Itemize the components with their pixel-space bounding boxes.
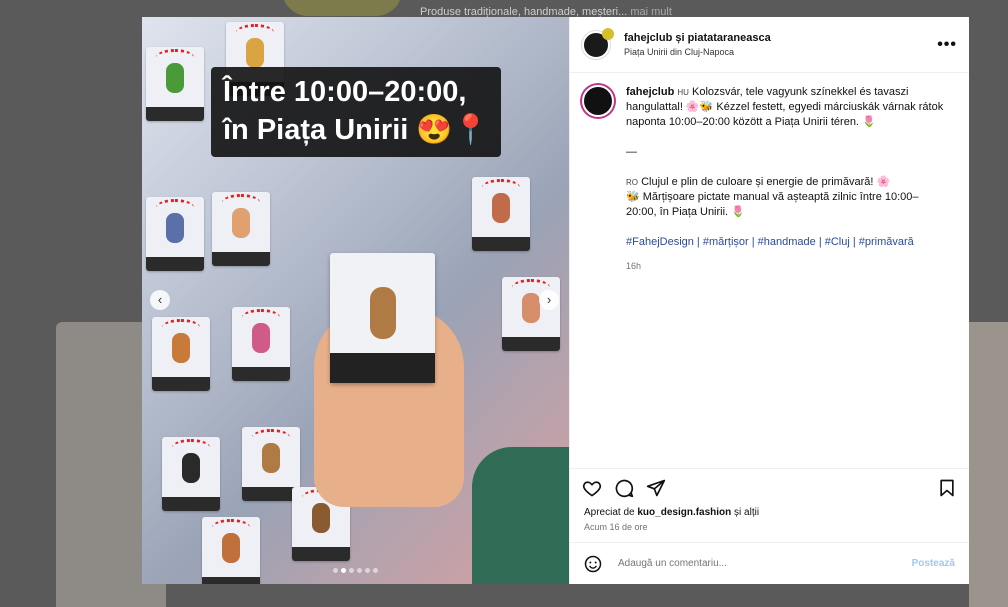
comments-area: fahejclub HU Kolozsvár, tele vagyunk szí… bbox=[570, 73, 969, 468]
header-location[interactable]: Piața Unirii din Cluj-Napoca bbox=[624, 47, 771, 57]
caption-avatar[interactable] bbox=[582, 85, 614, 117]
slide-dot bbox=[365, 568, 370, 573]
slide-dot bbox=[357, 568, 362, 573]
overlay-line-1: Între 10:00–20:00, bbox=[223, 76, 467, 108]
caption-ro-text-2: 🐝 Mărțișoare pictate manual vă așteaptă … bbox=[626, 191, 919, 218]
overlay-text: Între 10:00–20:00, în Piața Unirii 😍📍 bbox=[211, 67, 501, 157]
post-time-ago: Acum 16 de ore bbox=[584, 522, 648, 532]
prev-slide-button[interactable]: ‹ bbox=[150, 290, 170, 310]
share-send-icon[interactable] bbox=[646, 478, 666, 498]
header-avatar[interactable] bbox=[582, 27, 614, 59]
martisor-card bbox=[202, 517, 260, 584]
background-card-right bbox=[969, 322, 1008, 607]
martisor-card bbox=[146, 197, 204, 271]
martisor-card bbox=[162, 437, 220, 511]
likes-user[interactable]: kuo_design.fashion bbox=[637, 507, 731, 518]
action-bar bbox=[570, 468, 969, 507]
caption-body: fahejclub HU Kolozsvár, tele vagyunk szí… bbox=[626, 85, 946, 274]
martisor-card bbox=[146, 47, 204, 121]
martisor-card bbox=[502, 277, 560, 351]
caption-divider: — bbox=[626, 146, 637, 158]
overlay-line-2: în Piața Unirii 😍📍 bbox=[223, 114, 489, 146]
held-martisor-card bbox=[330, 253, 435, 383]
chevron-right-icon: › bbox=[546, 292, 552, 307]
sleeve bbox=[472, 447, 569, 584]
chevron-left-icon: ‹ bbox=[157, 292, 163, 307]
add-comment-bar: Postează bbox=[570, 542, 969, 584]
like-heart-icon[interactable] bbox=[582, 478, 602, 498]
emoji-icon[interactable] bbox=[584, 555, 602, 573]
likes-suffix[interactable]: și alții bbox=[731, 507, 759, 518]
header-username[interactable]: fahejclub și piatataraneasca bbox=[624, 32, 771, 44]
slide-dot bbox=[333, 568, 338, 573]
comment-input[interactable] bbox=[616, 557, 912, 570]
post-modal: Între 10:00–20:00, în Piața Unirii 😍📍 ‹ … bbox=[142, 17, 969, 584]
caption-username[interactable]: fahejclub bbox=[626, 86, 674, 98]
martisor-card bbox=[472, 177, 530, 251]
likes-prefix: Apreciat de bbox=[584, 507, 638, 518]
post-media[interactable]: Între 10:00–20:00, în Piața Unirii 😍📍 ‹ … bbox=[142, 17, 569, 584]
background-badge bbox=[282, 0, 402, 16]
martisor-card bbox=[232, 307, 290, 381]
hu-tag: HU bbox=[677, 88, 689, 97]
ro-tag: RO bbox=[626, 178, 638, 187]
save-bookmark-icon[interactable] bbox=[937, 478, 957, 498]
slide-dot-active bbox=[341, 568, 346, 573]
next-slide-button[interactable]: › bbox=[539, 290, 559, 310]
martisor-card bbox=[152, 317, 210, 391]
collab-avatar[interactable] bbox=[602, 27, 614, 40]
comment-bubble-icon[interactable] bbox=[614, 478, 634, 498]
more-options-button[interactable]: ••• bbox=[937, 36, 957, 54]
post-comment-button[interactable]: Postează bbox=[912, 558, 955, 569]
slide-dot bbox=[373, 568, 378, 573]
post-panel: fahejclub și piatataraneasca Piața Uniri… bbox=[569, 17, 969, 584]
post-header: fahejclub și piatataraneasca Piața Uniri… bbox=[570, 17, 969, 73]
caption-time: 16h bbox=[626, 261, 642, 271]
slide-dot bbox=[349, 568, 354, 573]
caption-hu-text: Kolozsvár, tele vagyunk színekkel és tav… bbox=[626, 86, 944, 128]
caption-ro-text-1: Clujul e plin de culoare și energie de p… bbox=[641, 176, 891, 188]
slide-indicator bbox=[142, 568, 569, 573]
likes-summary: Apreciat de kuo_design.fashion și alții bbox=[570, 507, 969, 518]
martisor-card bbox=[212, 192, 270, 266]
caption-hashtags[interactable]: #FahejDesign | #mărțișor | #handmade | #… bbox=[626, 235, 946, 250]
caption-row: fahejclub HU Kolozsvár, tele vagyunk szí… bbox=[582, 85, 957, 274]
bear-pin bbox=[370, 287, 396, 339]
